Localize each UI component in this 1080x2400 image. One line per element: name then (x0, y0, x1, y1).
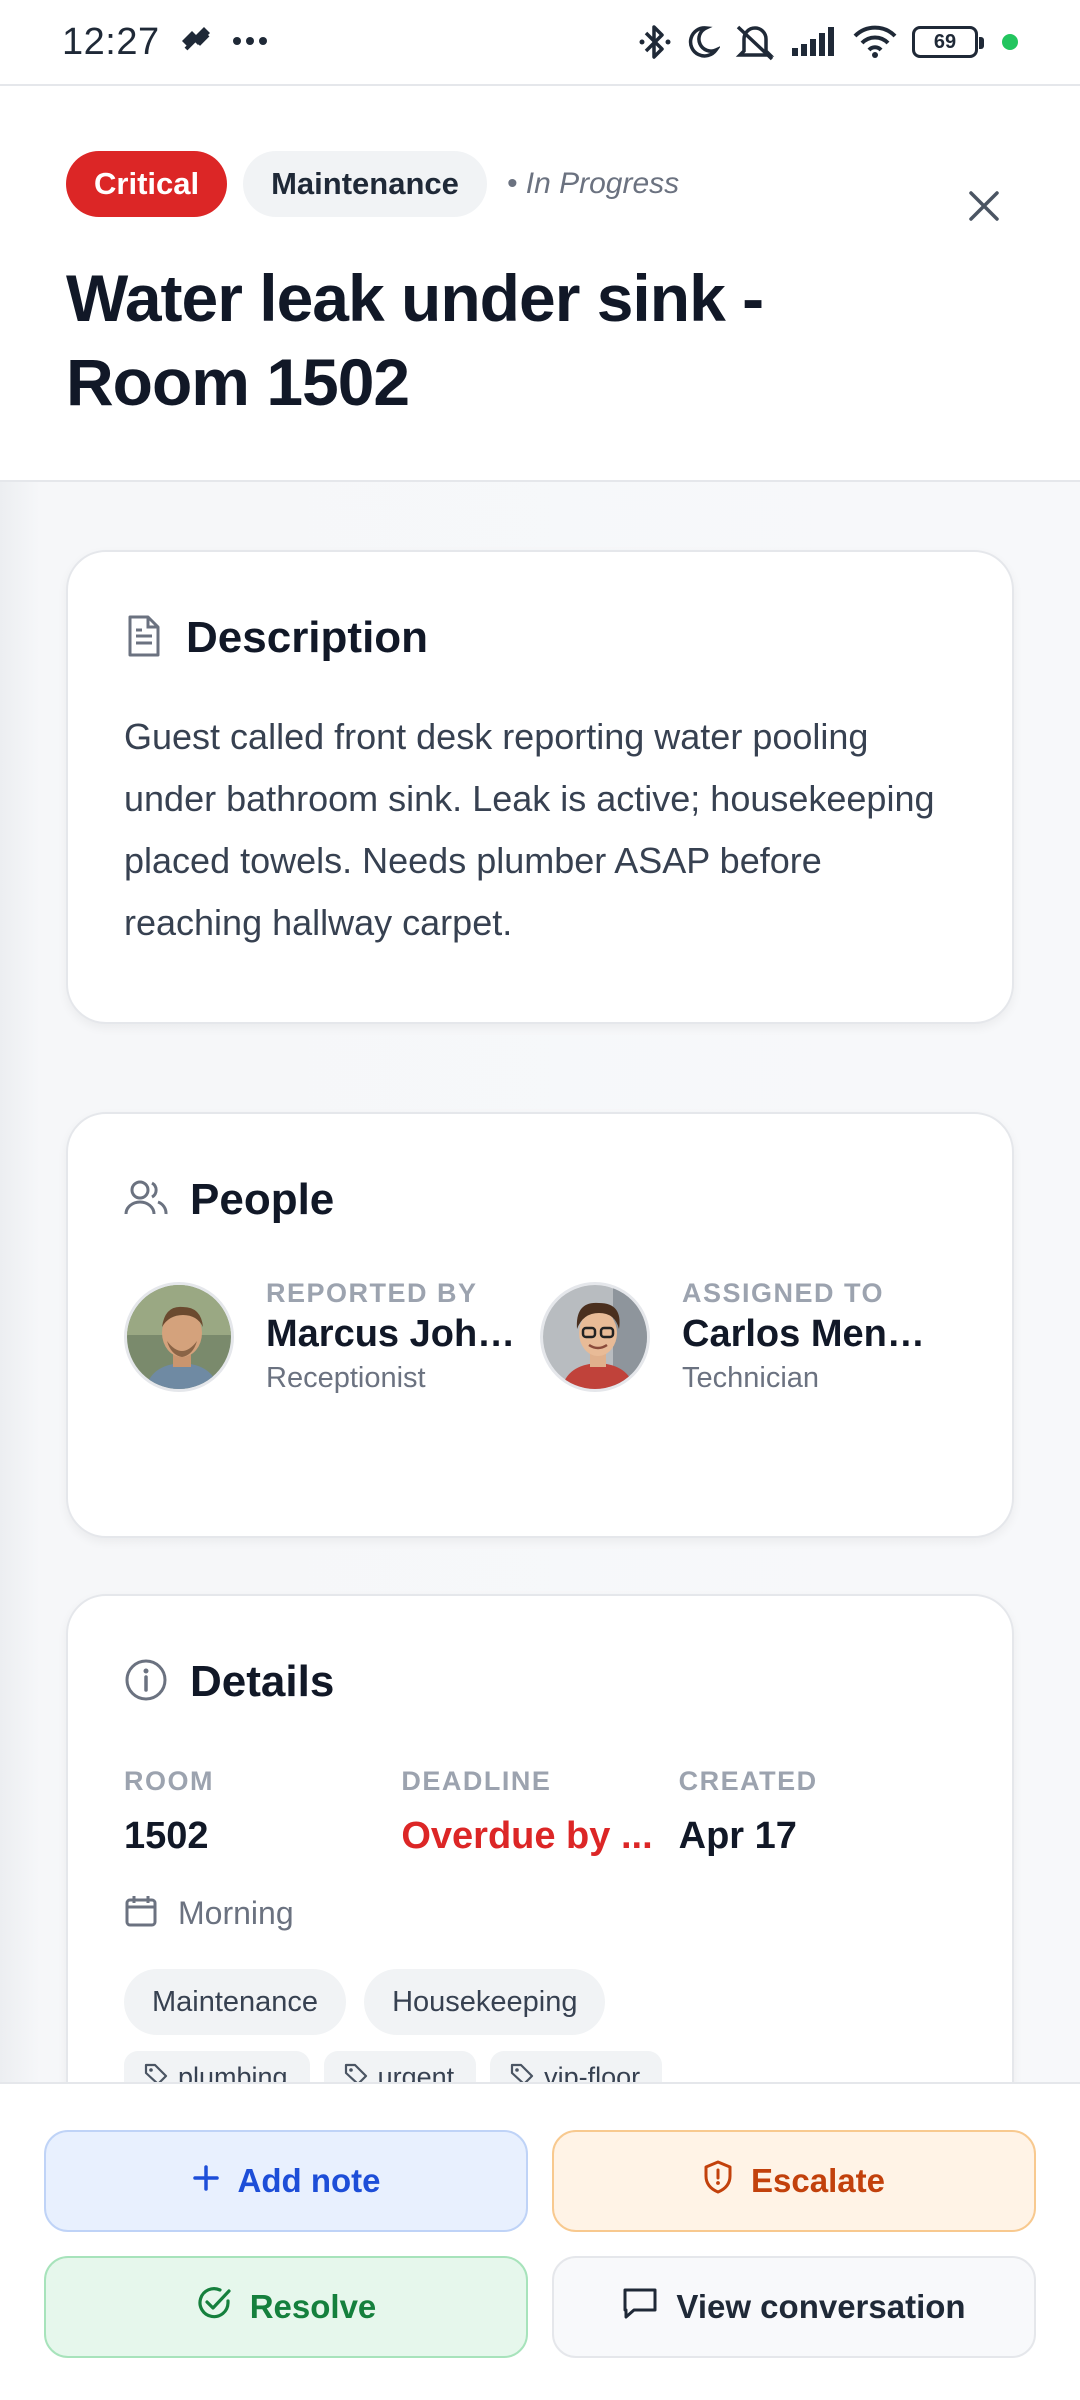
signal-icon (790, 26, 838, 58)
created-label: CREATED (678, 1766, 818, 1796)
page-title-line-2: Room 1502 (66, 345, 410, 419)
shield-alert-icon (703, 2160, 733, 2202)
created-field: CREATED Apr 17 (679, 1766, 956, 1858)
plus-icon (192, 2162, 220, 2200)
keyword-label: plumbing (178, 2061, 288, 2083)
details-card-header: Details (124, 1652, 956, 1712)
description-card-header: Description (124, 608, 956, 668)
page-title: Water leak under sink - Room 1502 (66, 256, 1014, 424)
muted-bell-icon (734, 23, 776, 61)
document-icon (124, 614, 164, 663)
keyword-label: vip-floor (544, 2061, 641, 2083)
created-value: Apr 17 (678, 1815, 797, 1857)
details-title: Details (190, 1657, 335, 1706)
tag-icon (344, 2062, 368, 2082)
view-conversation-label: View conversation (676, 2288, 966, 2325)
room-field: ROOM 1502 (124, 1766, 401, 1858)
resolve-button[interactable]: Resolve (44, 2256, 528, 2358)
department-tag[interactable]: Housekeeping (364, 1969, 606, 2035)
wifi-icon (852, 25, 898, 59)
details-grid: ROOM 1502 DEADLINE Overdue by ... CREATE… (124, 1766, 956, 1858)
department-tag[interactable]: Maintenance (124, 1969, 347, 2035)
keyword-tags: plumbing urgent vip-floor (124, 2051, 956, 2082)
reporter-info: REPORTED BY Marcus Johnson Receptionist (266, 1278, 526, 1395)
reporter-avatar (124, 1281, 234, 1392)
status-label: • In Progress (506, 167, 680, 200)
assignee-avatar (540, 1281, 650, 1392)
status-right-icons: 69 (638, 23, 1018, 61)
keyword-label: urgent (377, 2061, 455, 2083)
view-conversation-button[interactable]: View conversation (552, 2256, 1036, 2358)
close-icon (966, 188, 1002, 229)
battery-indicator: 69 (912, 26, 984, 58)
keyword-tag[interactable]: vip-floor (490, 2051, 663, 2083)
resolve-label: Resolve (249, 2288, 377, 2325)
assignee-role: Technician (682, 1362, 820, 1394)
escalate-button[interactable]: Escalate (552, 2130, 1036, 2232)
assignee-info: ASSIGNED TO Carlos Mendoza Technician (682, 1278, 942, 1395)
description-title: Description (186, 613, 429, 662)
description-text: Guest called front desk reporting water … (124, 716, 935, 943)
priority-badge: Critical (66, 151, 228, 217)
assignee-label: ASSIGNED TO (682, 1278, 885, 1308)
chat-bubble-icon (622, 2286, 658, 2328)
info-icon (124, 1658, 168, 1707)
status-left-icons (178, 25, 268, 60)
reporter-name: Marcus Johnson (266, 1313, 516, 1355)
add-note-label: Add note (237, 2162, 381, 2199)
reporter-label: REPORTED BY (266, 1278, 478, 1308)
status-bar: 12:27 69 (0, 0, 1080, 86)
room-value: 1502 (124, 1815, 209, 1857)
shift-text: Morning (178, 1895, 294, 1931)
users-icon (124, 1178, 168, 1223)
reporter-role: Receptionist (266, 1362, 426, 1394)
battery-level: 69 (933, 30, 957, 53)
department-tags: Maintenance Housekeeping (124, 1969, 956, 2035)
assignee-name: Carlos Mendoza (682, 1313, 932, 1355)
status-time: 12:27 (62, 20, 160, 63)
people-title: People (190, 1175, 335, 1224)
more-notifications-icon (232, 33, 268, 51)
check-circle-icon (196, 2285, 232, 2329)
tag-icon (510, 2062, 534, 2082)
deadline-value: Overdue by ... (401, 1815, 653, 1857)
deadline-field: DEADLINE Overdue by ... (401, 1766, 678, 1858)
escalate-label: Escalate (751, 2162, 885, 2199)
people-card: People REPORTED BY Marcus John Reception… (66, 1112, 1014, 1538)
actions-grid: Add note Escalate Resolve View conversat… (44, 2130, 1036, 2358)
ticket-chips: Critical Maintenance • In Progress (66, 150, 1014, 218)
active-indicator-dot (1002, 34, 1018, 50)
notification-app-icon (178, 25, 214, 60)
people-card-header: People (124, 1170, 956, 1230)
room-label: ROOM (124, 1766, 214, 1796)
bluetooth-icon (638, 23, 672, 61)
tag-icon (144, 2062, 168, 2082)
reporter-person[interactable]: REPORTED BY Marcus Johnson Receptionist (124, 1278, 540, 1395)
shift-row: Morning (124, 1894, 956, 1933)
description-card: Description Guest called front desk repo… (66, 550, 1014, 1024)
details-card: Details ROOM 1502 DEADLINE Overdue by ..… (66, 1594, 1014, 2082)
page-title-line-1: Water leak under sink - (66, 261, 764, 335)
close-button[interactable] (948, 172, 1020, 244)
category-badge: Maintenance (243, 151, 487, 217)
assignee-person[interactable]: ASSIGNED TO Carlos Mendoza Technician (540, 1278, 956, 1395)
calendar-icon (124, 1894, 158, 1933)
keyword-tag[interactable]: urgent (323, 2051, 477, 2083)
ticket-header: Critical Maintenance • In Progress Water… (0, 88, 1080, 482)
keyword-tag[interactable]: plumbing (124, 2051, 310, 2082)
deadline-label: DEADLINE (401, 1766, 552, 1796)
ticket-body[interactable]: Description Guest called front desk repo… (0, 482, 1080, 2082)
do-not-disturb-moon-icon (686, 24, 720, 60)
people-list: REPORTED BY Marcus Johnson Receptionist (124, 1278, 956, 1395)
action-bar: Add note Escalate Resolve View conversat… (0, 2082, 1080, 2400)
add-note-button[interactable]: Add note (44, 2130, 528, 2232)
